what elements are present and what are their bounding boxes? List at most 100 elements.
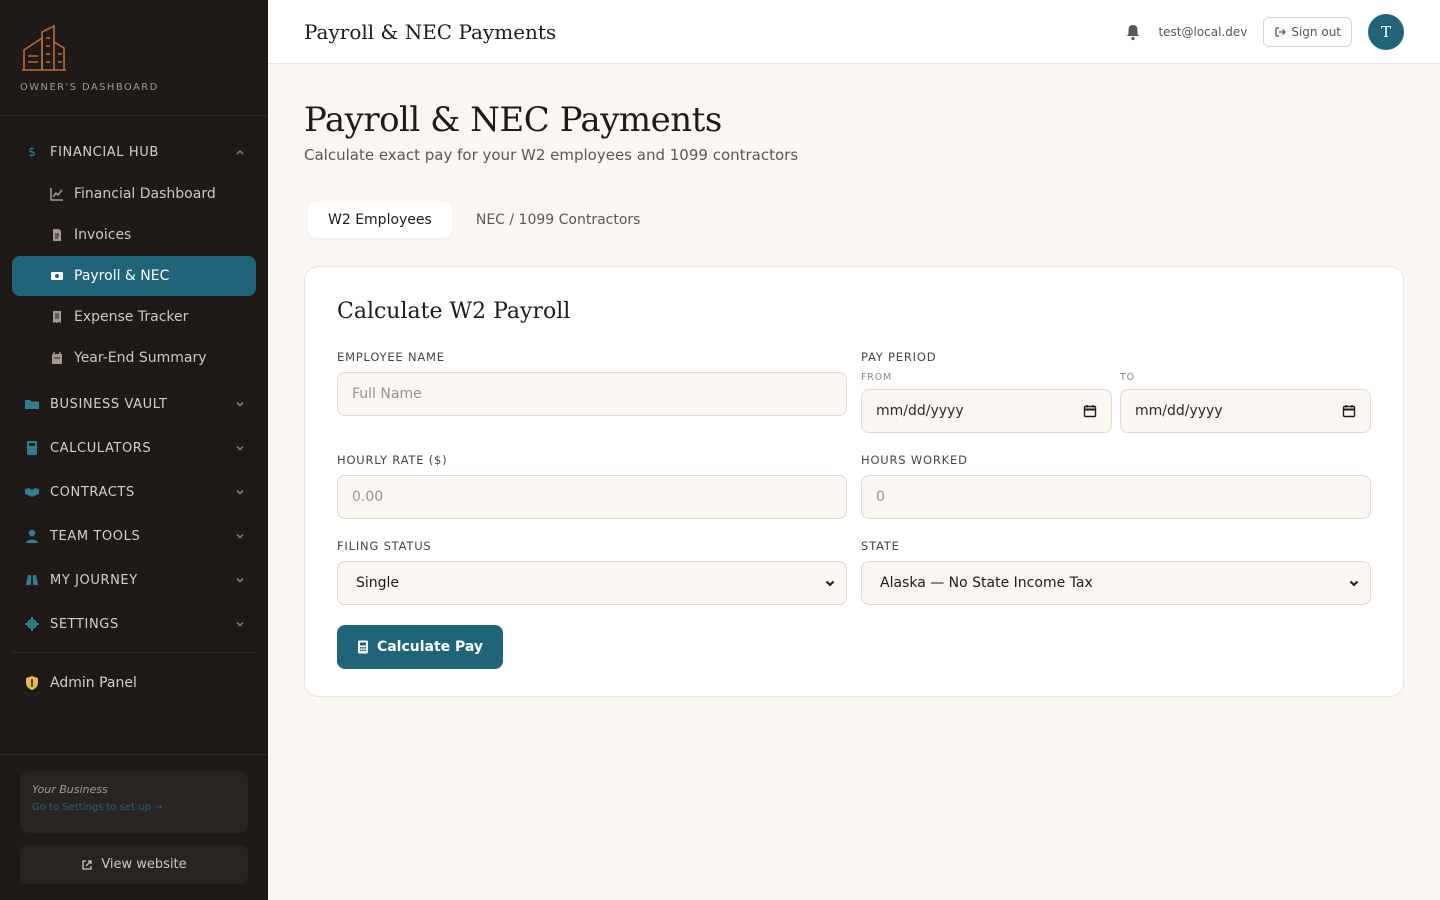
hourly-rate-placeholder: 0.00 [352, 489, 384, 505]
state-select[interactable]: Alaska — No State Income Tax [861, 561, 1371, 605]
calculator-icon [357, 640, 368, 654]
pay-period-from-input[interactable]: mm/dd/yyyy [861, 389, 1112, 433]
user-email: test@local.dev [1158, 24, 1248, 39]
chevron-down-icon [236, 445, 244, 451]
tabs: W2 Employees NEC / 1099 Contractors [304, 202, 1404, 238]
filing-status-label: FILING STATUS [337, 539, 432, 553]
money-bill-icon [51, 272, 63, 280]
nav-section-team-tools[interactable]: TEAM TOOLS [0, 514, 268, 558]
user-icon [26, 529, 38, 543]
folder-icon [25, 400, 39, 409]
nav-section-label: MY JOURNEY [50, 572, 138, 588]
sidebar-item-admin-panel[interactable]: Admin Panel [0, 661, 268, 705]
nav-section-my-journey[interactable]: MY JOURNEY [0, 558, 268, 602]
pay-period-label: PAY PERIOD [861, 350, 937, 364]
file-invoice-icon [53, 229, 61, 241]
business-name: Your Business [32, 783, 108, 796]
chevron-up-icon [236, 149, 244, 155]
sign-out-button[interactable]: Sign out [1263, 16, 1352, 47]
nav-section-settings[interactable]: SETTINGS [0, 602, 268, 646]
sidebar-item-year-end-summary[interactable]: Year-End Summary [12, 338, 256, 378]
state-label: STATE [861, 539, 900, 553]
to-date-value: mm/dd/yyyy [1135, 403, 1223, 419]
form-row: HOURLY RATE ($) 0.00 HOURS WORKED 0 [337, 453, 1371, 519]
nav-section-label: CONTRACTS [50, 484, 135, 500]
nav-section-financial-hub[interactable]: $ FINANCIAL HUB [0, 130, 268, 174]
chevron-down-icon [825, 580, 835, 587]
sidebar-item-financial-dashboard[interactable]: Financial Dashboard [12, 174, 256, 214]
nav-section-business-vault[interactable]: BUSINESS VAULT [0, 382, 268, 426]
sidebar-item-label: Invoices [74, 227, 132, 243]
topbar: Payroll & NEC Payments test@local.dev Si… [268, 0, 1440, 64]
view-website-label: View website [101, 857, 187, 872]
nav-section-label: BUSINESS VAULT [50, 396, 168, 412]
chevron-down-icon [236, 489, 244, 495]
sidebar: OWNER'S DASHBOARD $ FINANCIAL HUB Financ… [0, 0, 268, 900]
pay-period-to-input[interactable]: mm/dd/yyyy [1120, 389, 1371, 433]
form-row: FILING STATUS Single STATE Alaska — No S… [337, 539, 1371, 605]
nav-section-contracts[interactable]: CONTRACTS [0, 470, 268, 514]
filing-status-select[interactable]: Single [337, 561, 847, 605]
filing-status-value: Single [356, 575, 400, 591]
chevron-down-icon [1349, 580, 1359, 587]
admin-panel-label: Admin Panel [50, 675, 137, 691]
sidebar-item-invoices[interactable]: Invoices [12, 215, 256, 255]
hours-worked-input[interactable]: 0 [861, 475, 1371, 519]
sidebar-item-label: Year-End Summary [74, 350, 207, 366]
bell-icon[interactable] [1124, 23, 1142, 41]
calendar-icon[interactable] [1342, 404, 1356, 418]
state-value: Alaska — No State Income Tax [880, 575, 1093, 591]
avatar[interactable]: T [1368, 13, 1404, 50]
gear-icon [25, 617, 39, 631]
chart-line-icon [50, 188, 63, 201]
nav-section-calculators[interactable]: CALCULATORS [0, 426, 268, 470]
nav-section-label: FINANCIAL HUB [50, 144, 159, 160]
state-field: STATE Alaska — No State Income Tax [861, 539, 1371, 605]
pay-period-field: PAY PERIOD FROM mm/dd/yyyy TO mm/dd/yyyy [861, 350, 1371, 433]
view-website-button[interactable]: View website [20, 845, 248, 884]
business-card: Your Business Go to Settings to set up → [20, 771, 248, 833]
hourly-rate-label: HOURLY RATE ($) [337, 453, 448, 467]
from-date-value: mm/dd/yyyy [876, 403, 964, 419]
hours-worked-field: HOURS WORKED 0 [861, 453, 1371, 519]
chevron-down-icon [236, 533, 244, 539]
chevron-down-icon [236, 621, 244, 627]
main-content: Payroll & NEC Payments Calculate exact p… [304, 64, 1404, 697]
nav-section-label: CALCULATORS [50, 440, 152, 456]
sidebar-item-expense-tracker[interactable]: Expense Tracker [12, 297, 256, 337]
employee-name-input[interactable]: Full Name [337, 372, 847, 416]
sidebar-item-payroll-nec[interactable]: Payroll & NEC [12, 256, 256, 296]
hourly-rate-field: HOURLY RATE ($) 0.00 [337, 453, 847, 519]
page-title: Payroll & NEC Payments [304, 100, 722, 140]
from-label: FROM [861, 372, 892, 383]
employee-name-placeholder: Full Name [352, 386, 422, 402]
calendar-icon[interactable] [1083, 404, 1097, 418]
financial-hub-items: Financial Dashboard Invoices Payroll & N… [0, 174, 268, 378]
settings-setup-link[interactable]: Go to Settings to set up → [32, 802, 236, 813]
receipt-icon [53, 311, 61, 323]
nav-section-label: TEAM TOOLS [50, 528, 141, 544]
calendar-icon [52, 352, 62, 364]
hours-worked-label: HOURS WORKED [861, 453, 968, 467]
handshake-icon [25, 488, 39, 497]
external-link-icon [82, 859, 92, 870]
sign-out-icon [1275, 26, 1287, 37]
building-logo-icon[interactable] [20, 24, 68, 72]
card-title: Calculate W2 Payroll [337, 299, 571, 324]
hourly-rate-input[interactable]: 0.00 [337, 475, 847, 519]
hours-worked-placeholder: 0 [876, 489, 885, 505]
calculate-pay-button[interactable]: Calculate Pay [337, 625, 503, 669]
tab-nec-1099-contractors[interactable]: NEC / 1099 Contractors [456, 202, 661, 238]
shield-icon [26, 676, 38, 690]
sidebar-item-label: Financial Dashboard [74, 186, 216, 202]
employee-name-field: EMPLOYEE NAME Full Name [337, 350, 847, 433]
sidebar-item-label: Payroll & NEC [74, 268, 170, 284]
dollar-icon: $ [28, 145, 36, 159]
sidebar-nav: $ FINANCIAL HUB Financial Dashboard Invo… [0, 116, 268, 705]
sidebar-footer: Your Business Go to Settings to set up →… [0, 754, 268, 900]
form-row: EMPLOYEE NAME Full Name PAY PERIOD FROM … [337, 350, 1371, 433]
topbar-title: Payroll & NEC Payments [304, 19, 557, 44]
brand-text: OWNER'S DASHBOARD [20, 82, 159, 93]
page-subtitle: Calculate exact pay for your W2 employee… [304, 146, 799, 164]
tab-w2-employees[interactable]: W2 Employees [308, 202, 452, 238]
